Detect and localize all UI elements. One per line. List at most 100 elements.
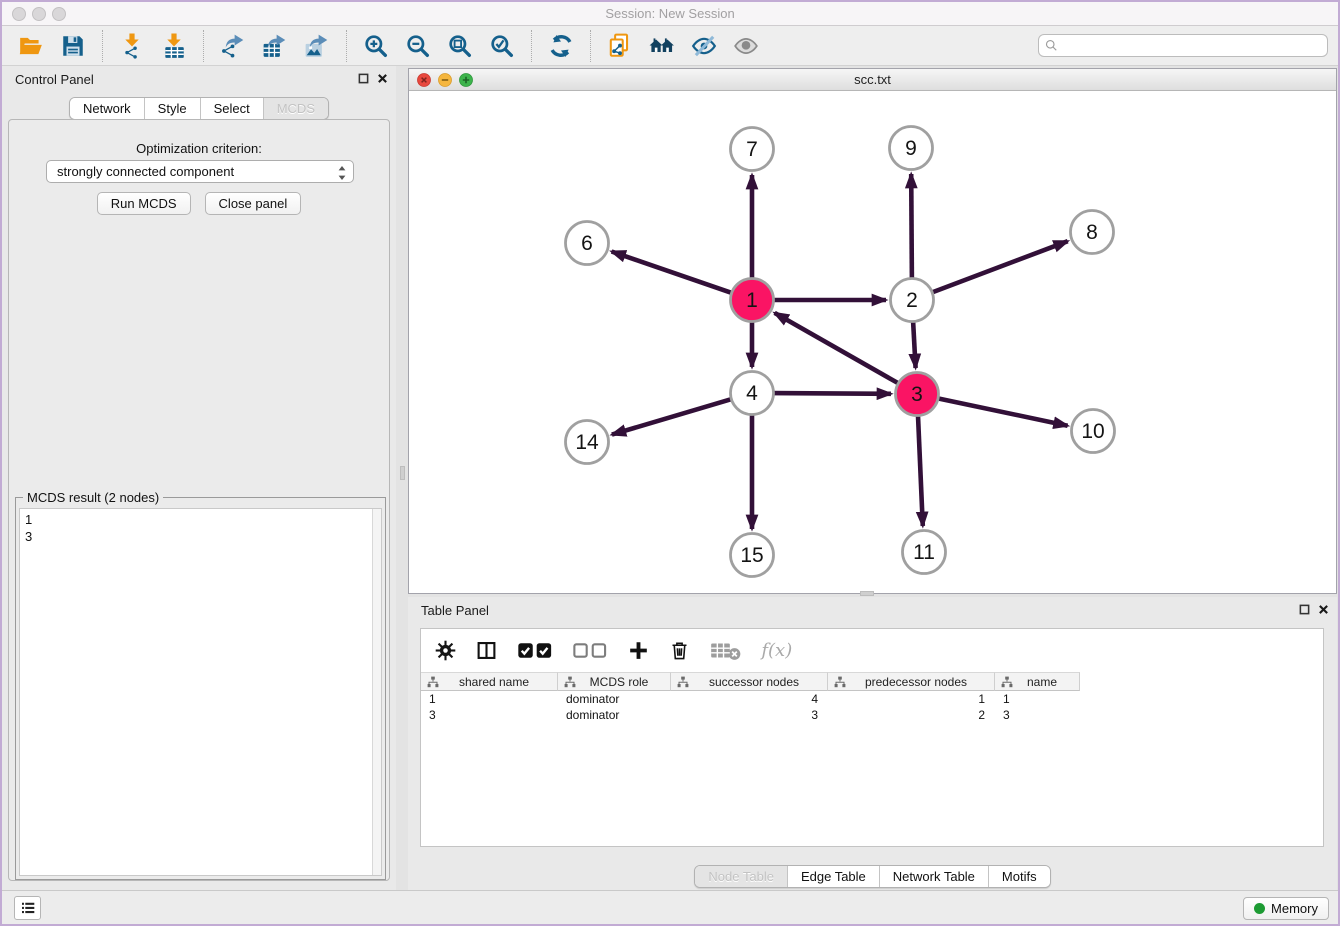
duplicate-network-icon[interactable]: [605, 31, 635, 61]
tab-mcds[interactable]: MCDS: [263, 98, 328, 119]
graph-edge-3-1[interactable]: [775, 313, 901, 384]
float-panel-icon[interactable]: [358, 73, 369, 84]
graph-node-7[interactable]: 7: [731, 128, 774, 171]
open-session-icon[interactable]: [16, 31, 46, 61]
graph-node-15[interactable]: 15: [731, 534, 774, 577]
column-header-predecessor-nodes[interactable]: predecessor nodes: [828, 672, 995, 691]
select-all-icon[interactable]: [517, 638, 552, 662]
delete-row-icon[interactable]: [669, 638, 690, 662]
splitter-handle-vertical[interactable]: [400, 466, 405, 480]
table-cell[interactable]: dominator: [558, 691, 671, 707]
close-panel-icon[interactable]: [377, 73, 388, 84]
optimization-criterion-select[interactable]: strongly connected component: [46, 160, 354, 183]
export-network-icon[interactable]: [218, 31, 248, 61]
memory-button[interactable]: Memory: [1243, 897, 1329, 920]
table-cell[interactable]: 3: [671, 707, 828, 723]
toolbar-separator: [203, 30, 204, 62]
table-cell[interactable]: 2: [828, 707, 995, 723]
task-history-button[interactable]: [14, 896, 41, 920]
table-row[interactable]: 3dominator323: [421, 707, 1323, 723]
mcds-result-list[interactable]: 13: [19, 508, 382, 876]
column-header-shared-name[interactable]: shared name: [421, 672, 558, 691]
graph-node-10[interactable]: 10: [1072, 410, 1115, 453]
graph-edge-2-3[interactable]: [913, 320, 916, 369]
graph-node-14[interactable]: 14: [566, 421, 609, 464]
split-columns-icon[interactable]: [476, 638, 497, 662]
network-canvas[interactable]: 7 9 6 8 1 2 4 3 14 10 15 11: [409, 91, 1336, 593]
mcds-result-line[interactable]: 1: [25, 511, 376, 528]
save-session-icon[interactable]: [58, 31, 88, 61]
zoom-selected-icon[interactable]: [487, 31, 517, 61]
refresh-icon[interactable]: [546, 31, 576, 61]
network-file-title: scc.txt: [409, 72, 1336, 87]
mcds-result-group: MCDS result (2 nodes) 13: [15, 497, 386, 880]
mcds-result-line[interactable]: 3: [25, 528, 376, 545]
graph-edge-4-3[interactable]: [772, 393, 892, 394]
float-panel-icon[interactable]: [1299, 604, 1310, 615]
graph-node-9[interactable]: 9: [890, 127, 933, 170]
tab-network[interactable]: Network: [70, 98, 144, 119]
search-input[interactable]: [1038, 34, 1328, 57]
table-cell[interactable]: 3: [421, 707, 558, 723]
zoom-fit-icon[interactable]: [445, 31, 475, 61]
export-image-icon[interactable]: [302, 31, 332, 61]
tab-select[interactable]: Select: [200, 98, 263, 119]
graph-edge-4-14[interactable]: [612, 399, 733, 435]
graph-edge-2-9[interactable]: [911, 174, 912, 281]
import-network-icon[interactable]: [117, 31, 147, 61]
zoom-out-icon[interactable]: [403, 31, 433, 61]
control-panel-title: Control Panel: [15, 72, 94, 87]
network-window-titlebar[interactable]: scc.txt: [409, 69, 1336, 91]
table-cell[interactable]: 1: [995, 691, 1080, 707]
graph-edge-3-10[interactable]: [936, 398, 1068, 426]
graph-node-6[interactable]: 6: [566, 222, 609, 265]
table-cell[interactable]: 3: [995, 707, 1080, 723]
mcds-result-title: MCDS result (2 nodes): [23, 490, 163, 505]
svg-text:9: 9: [905, 137, 917, 160]
column-header-name[interactable]: name: [995, 672, 1080, 691]
tab-style[interactable]: Style: [144, 98, 200, 119]
column-header-MCDS-role[interactable]: MCDS role: [558, 672, 671, 691]
session-title: Session: New Session: [2, 6, 1338, 21]
tab-edge-table[interactable]: Edge Table: [787, 866, 879, 887]
table-toolbar: f(x): [421, 629, 1323, 671]
close-panel-button[interactable]: Close panel: [205, 192, 302, 215]
table-cell[interactable]: 4: [671, 691, 828, 707]
zoom-in-icon[interactable]: [361, 31, 391, 61]
import-table-icon[interactable]: [159, 31, 189, 61]
graph-edge-2-8[interactable]: [930, 241, 1067, 293]
tab-network-table[interactable]: Network Table: [879, 866, 988, 887]
splitter-handle-horizontal[interactable]: [860, 591, 874, 596]
close-panel-icon[interactable]: [1318, 604, 1329, 615]
deselect-all-icon[interactable]: [572, 638, 607, 662]
table-cell[interactable]: dominator: [558, 707, 671, 723]
graph-edge-1-6[interactable]: [612, 252, 734, 294]
table-cell[interactable]: 1: [421, 691, 558, 707]
graph-node-11[interactable]: 11: [903, 531, 946, 574]
export-table-icon[interactable]: [260, 31, 290, 61]
column-header-successor-nodes[interactable]: successor nodes: [671, 672, 828, 691]
toolbar-separator: [346, 30, 347, 62]
graph-node-4[interactable]: 4: [731, 372, 774, 415]
hide-selected-icon[interactable]: [689, 31, 719, 61]
scrollbar[interactable]: [372, 509, 381, 875]
graph-node-3[interactable]: 3: [896, 373, 939, 416]
svg-text:3: 3: [911, 383, 923, 406]
run-mcds-button[interactable]: Run MCDS: [97, 192, 191, 215]
graph-node-8[interactable]: 8: [1071, 211, 1114, 254]
graph-node-2[interactable]: 2: [891, 279, 934, 322]
delete-table-icon: [710, 638, 742, 662]
first-neighbors-icon[interactable]: [647, 31, 677, 61]
graph-node-1[interactable]: 1: [731, 279, 774, 322]
table-cell[interactable]: 1: [828, 691, 995, 707]
tab-motifs[interactable]: Motifs: [988, 866, 1050, 887]
graph-edge-3-11[interactable]: [918, 414, 923, 527]
add-row-icon[interactable]: [628, 638, 649, 662]
column-type-icon: [427, 676, 439, 688]
show-all-icon[interactable]: [731, 31, 761, 61]
svg-text:14: 14: [575, 431, 599, 454]
table-row[interactable]: 1dominator411: [421, 691, 1323, 707]
settings-icon[interactable]: [435, 638, 456, 662]
control-panel: Control Panel NetworkStyleSelectMCDS Opt…: [2, 66, 396, 890]
tab-node-table[interactable]: Node Table: [695, 866, 787, 887]
